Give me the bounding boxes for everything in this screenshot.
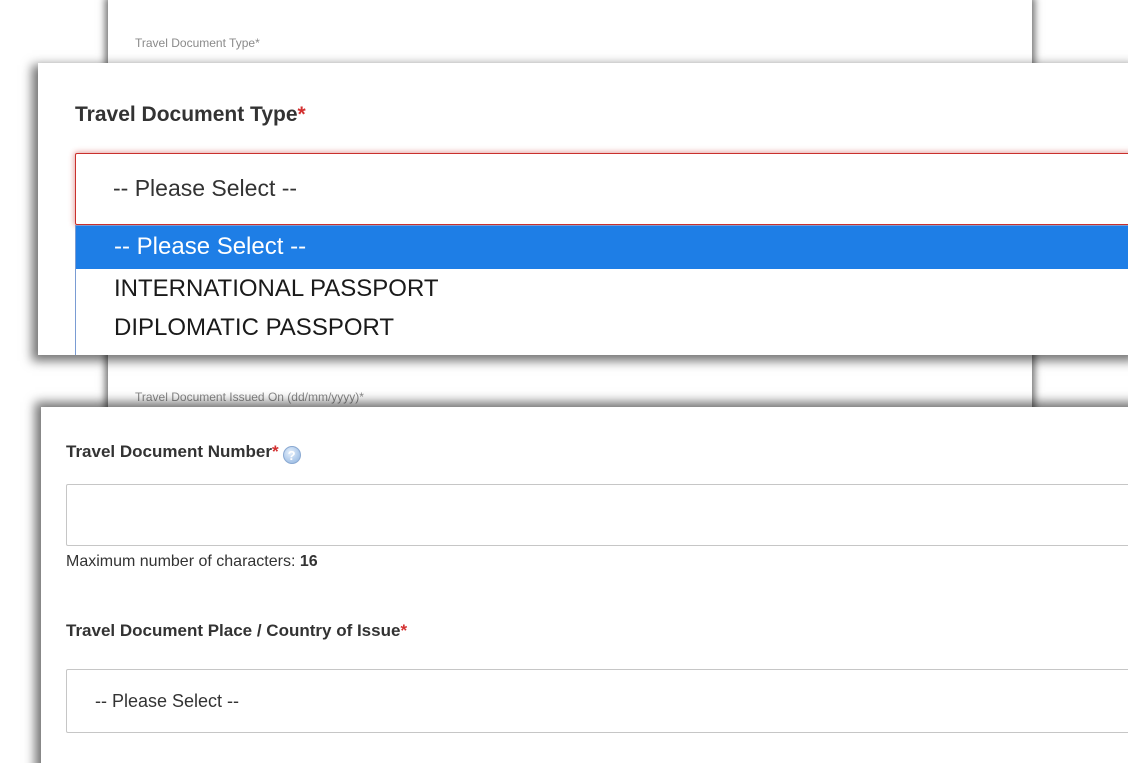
background-issued-on-label: Travel Document Issued On (dd/mm/yyyy)*: [135, 390, 364, 404]
required-marker: *: [271, 442, 279, 461]
country-of-issue-label-text: Travel Document Place / Country of Issue: [66, 621, 401, 640]
doc-type-select[interactable]: -- Please Select --: [75, 153, 1128, 225]
doc-type-option-international-passport[interactable]: INTERNATIONAL PASSPORT: [76, 269, 1128, 308]
doc-number-input[interactable]: [66, 484, 1128, 546]
background-doc-type-label: Travel Document Type*: [135, 36, 260, 50]
max-chars-hint: Maximum number of characters: 16: [66, 553, 318, 571]
country-of-issue-label: Travel Document Place / Country of Issue…: [66, 621, 407, 641]
required-marker: *: [359, 390, 364, 404]
required-marker: *: [255, 36, 260, 50]
doc-type-label-text: Travel Document Type: [75, 103, 298, 126]
country-of-issue-select[interactable]: -- Please Select --: [66, 669, 1128, 733]
background-issued-on-label-text: Travel Document Issued On (dd/mm/yyyy): [135, 390, 360, 404]
max-chars-hint-text: Maximum number of characters:: [66, 553, 300, 570]
doc-type-option-please-select[interactable]: -- Please Select --: [76, 226, 1128, 269]
required-marker: *: [297, 103, 306, 126]
doc-number-zoom-panel: Travel Document Number*? Maximum number …: [41, 407, 1128, 763]
required-marker: *: [400, 621, 408, 640]
doc-type-label: Travel Document Type*: [75, 103, 306, 127]
country-of-issue-select-value: -- Please Select --: [95, 691, 240, 711]
doc-type-select-value: -- Please Select --: [113, 175, 298, 201]
doc-number-label: Travel Document Number*?: [66, 442, 301, 464]
question-circle-icon[interactable]: ?: [282, 446, 301, 464]
background-doc-type-label-text: Travel Document Type: [135, 36, 256, 50]
doc-type-zoom-panel: Travel Document Type* -- Please Select -…: [38, 63, 1128, 355]
screenshot-stage: Travel Document Type* Travel Document Is…: [0, 0, 1128, 763]
doc-type-option-diplomatic-passport[interactable]: DIPLOMATIC PASSPORT: [76, 308, 1128, 347]
doc-type-dropdown-list: -- Please Select -- INTERNATIONAL PASSPO…: [75, 225, 1128, 355]
doc-number-label-text: Travel Document Number: [66, 442, 272, 461]
max-chars-value: 16: [299, 553, 318, 570]
